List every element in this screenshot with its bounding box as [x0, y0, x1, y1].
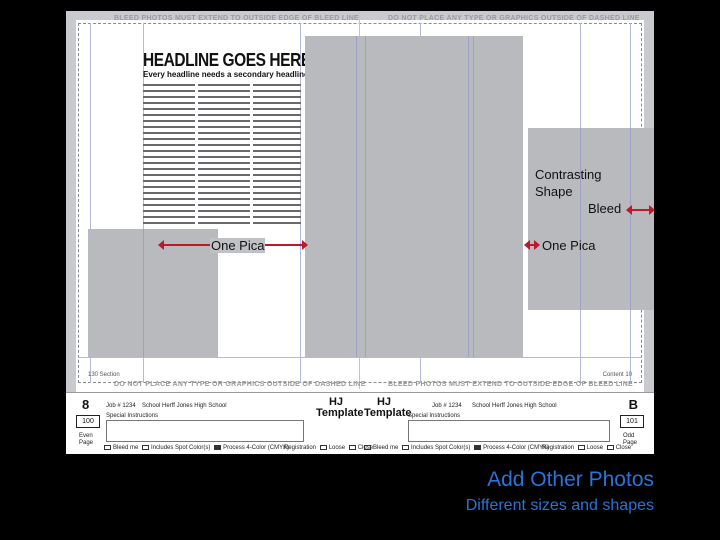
checkbox-row-right: Bleed me Includes Spot Color(s) Process …	[362, 445, 549, 451]
school-name-right: School Herff Jones High School	[472, 403, 557, 409]
right-page-letter: B	[628, 397, 638, 412]
slide-subtitle: Different sizes and shapes	[465, 497, 654, 514]
section-label-left: 130 Section	[88, 372, 120, 378]
left-page-letter: 8	[82, 397, 90, 412]
photo-guide	[473, 36, 474, 357]
photo-guide	[580, 128, 581, 310]
bottom-warning-left: DO NOT PLACE ANY TYPE OR GRAPHICS OUTSID…	[114, 381, 366, 388]
contrasting-shape-photo[interactable]	[528, 128, 654, 310]
photo-guide	[143, 229, 144, 357]
one-pica-label-left: One Pica	[210, 238, 266, 253]
photo-guide	[365, 36, 366, 357]
spot-color-checkbox[interactable]	[142, 445, 150, 450]
left-folio-box[interactable]: 100	[76, 415, 100, 428]
headline: HEADLINE GOES HERE	[143, 50, 311, 70]
section-label-right: Content 10	[602, 372, 632, 378]
photo-guide	[630, 128, 631, 310]
spot-color-checkbox[interactable]	[402, 445, 410, 450]
process-color-checkbox[interactable]	[474, 445, 482, 450]
bleed-label: Bleed	[588, 201, 622, 216]
special-instructions-right: Special Instructions	[408, 413, 461, 419]
photo-guide	[468, 36, 469, 357]
close-checkbox[interactable]	[606, 445, 614, 450]
instructions-box-left[interactable]	[106, 420, 304, 442]
checkbox-row-left: Bleed me Includes Spot Color(s) Process …	[102, 445, 289, 451]
instructions-box-right[interactable]	[408, 420, 610, 442]
one-pica-label-right: One Pica	[542, 238, 596, 253]
process-color-checkbox[interactable]	[214, 445, 222, 450]
loose-checkbox[interactable]	[319, 445, 327, 450]
secondary-headline: Every headline needs a secondary headlin…	[143, 70, 309, 79]
template-label-right: HJ Template	[364, 396, 412, 419]
bleed-arrow	[626, 205, 655, 215]
yearbook-spread: BLEED PHOTOS MUST EXTEND TO OUTSIDE EDGE…	[66, 11, 654, 454]
center-photo[interactable]	[305, 36, 523, 357]
ladder-footer: 8 B 100 101 Even Page Odd Page Job # 123…	[66, 392, 654, 454]
registration-left: Registration Loose Close	[284, 445, 374, 452]
bleed-checkbox[interactable]	[104, 445, 111, 450]
job-number-left: Job # 1234	[106, 403, 136, 409]
photo-guide	[356, 36, 357, 357]
close-checkbox[interactable]	[348, 445, 356, 450]
contrasting-shape-label: Contrasting Shape	[535, 167, 602, 199]
body-text-column	[198, 84, 250, 232]
bleed-checkbox[interactable]	[364, 445, 371, 450]
one-pica-arrow-right	[524, 240, 540, 250]
body-text-column	[143, 84, 195, 232]
row-guide	[78, 357, 642, 358]
slide-title: Add Other Photos	[487, 468, 654, 491]
left-photo[interactable]	[88, 229, 218, 357]
body-text-column	[253, 84, 301, 232]
top-warning-left: BLEED PHOTOS MUST EXTEND TO OUTSIDE EDGE…	[114, 15, 360, 22]
job-number-right: Job # 1234	[432, 403, 462, 409]
bleed-band-left	[66, 11, 76, 392]
special-instructions-left: Special Instructions	[106, 413, 159, 419]
registration-right: Registration Loose Close	[542, 445, 632, 452]
bottom-warning-right: BLEED PHOTOS MUST EXTEND TO OUTSIDE EDGE…	[388, 381, 634, 388]
even-page-label: Even Page	[79, 433, 94, 446]
template-label-left: HJ Template	[316, 396, 364, 419]
school-name-left: School Herff Jones High School	[142, 403, 227, 409]
loose-checkbox[interactable]	[577, 445, 585, 450]
right-folio-box[interactable]: 101	[620, 415, 644, 428]
top-warning-right: DO NOT PLACE ANY TYPE OR GRAPHICS OUTSID…	[388, 15, 640, 22]
